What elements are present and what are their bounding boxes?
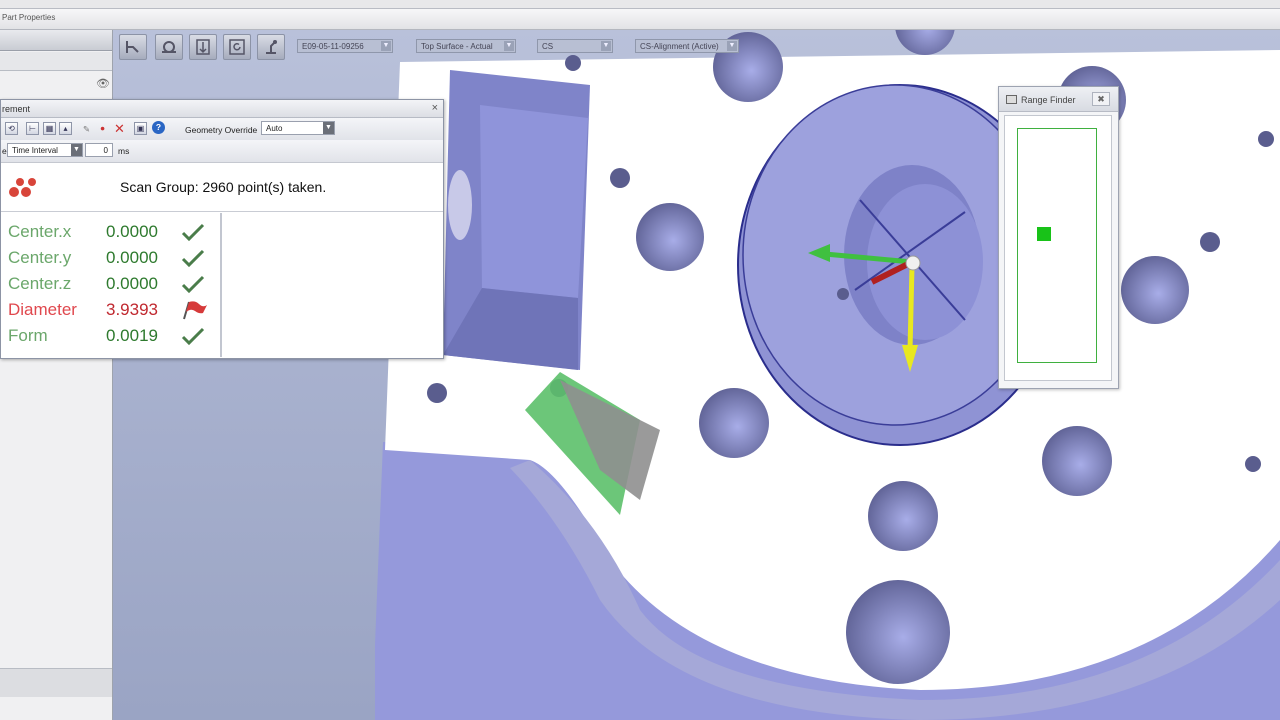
dropdown-arrow-icon: ▼ xyxy=(601,41,611,51)
result-name: Center.y xyxy=(8,248,72,267)
surface-combo[interactable]: Top Surface - Actual ▼ xyxy=(416,39,516,53)
delete-icon[interactable]: ✕ xyxy=(114,121,125,137)
measurement-window: rement × ⟲ ⊢ ▦ ▴ ✎ ● ✕ ▣ ? Geometry Over… xyxy=(0,99,444,359)
dropdown-arrow-icon: ▼ xyxy=(323,122,334,134)
result-value: 0.0000 xyxy=(106,222,158,241)
surface-combo-value: Top Surface - Actual xyxy=(421,42,493,51)
results-list: Center.x 0.0000 Center.y 0.0000 Center.z… xyxy=(1,213,222,357)
title-bar-text: Part Properties xyxy=(2,13,56,22)
result-row: Center.z 0.0000 xyxy=(1,271,220,297)
result-row: Diameter 3.9393 xyxy=(1,297,220,323)
range-gauge xyxy=(1017,128,1097,363)
alignment-combo-value: CS-Alignment (Active) xyxy=(640,42,719,51)
window-icon xyxy=(1006,95,1017,104)
alignment-combo[interactable]: CS-Alignment (Active) ▼ xyxy=(635,39,739,53)
result-name: Center.z xyxy=(8,274,72,293)
measurement-window-title: rement xyxy=(2,104,31,114)
job-combo[interactable]: E09-05-11-09256 ▼ xyxy=(297,39,393,53)
result-row: Center.y 0.0000 xyxy=(1,245,220,271)
flag-icon xyxy=(181,300,207,325)
result-name: Center.x xyxy=(8,222,72,241)
measurement-window-titlebar[interactable]: rement × xyxy=(1,100,443,118)
trigger-toolbar: e Time Interval ▼ 0 ms xyxy=(1,140,443,163)
surface-icon[interactable]: ▦ xyxy=(43,122,56,135)
interval-input[interactable]: 0 xyxy=(85,143,113,157)
result-value: 0.0019 xyxy=(106,326,158,345)
cs-combo-value: CS xyxy=(542,42,554,51)
geometry-override-label: Geometry Override xyxy=(185,125,258,135)
main-toolbar: E09-05-11-09256 ▼ Top Surface - Actual ▼… xyxy=(113,31,753,61)
trigger-mode-select[interactable]: Time Interval ▼ xyxy=(7,143,83,157)
range-finder-window: Range Finder ✖ xyxy=(998,86,1119,389)
range-finder-title: Range Finder xyxy=(1021,95,1076,105)
help-icon[interactable]: ? xyxy=(152,121,165,134)
geometry-override-value: Auto xyxy=(266,124,283,133)
plane-icon[interactable]: ▴ xyxy=(59,122,72,135)
geometry-override-select[interactable]: Auto ▼ xyxy=(261,121,335,135)
dropdown-arrow-icon: ▼ xyxy=(727,41,737,51)
job-combo-value: E09-05-11-09256 xyxy=(302,42,364,51)
dropdown-arrow-icon: ▼ xyxy=(71,144,82,156)
cs-combo[interactable]: CS ▼ xyxy=(537,39,613,53)
run-button[interactable] xyxy=(119,34,147,60)
refresh-button[interactable] xyxy=(223,34,251,60)
range-finder-display xyxy=(1004,115,1112,381)
window-icon[interactable]: ▣ xyxy=(134,122,147,135)
title-bar: Part Properties xyxy=(0,9,1280,30)
eye-icon[interactable]: 👁 xyxy=(96,77,110,90)
scan-message: Scan Group: 2960 point(s) taken. xyxy=(120,179,327,195)
robot-button[interactable] xyxy=(257,34,285,60)
dropdown-arrow-icon: ▼ xyxy=(504,41,514,51)
close-icon[interactable]: ✖ xyxy=(1092,92,1110,106)
result-value: 3.9393 xyxy=(106,300,158,319)
interval-value: 0 xyxy=(103,146,108,155)
top-strip xyxy=(0,0,1280,9)
result-name: Form xyxy=(8,326,48,345)
cycle-icon[interactable]: ⟲ xyxy=(5,122,18,135)
align-button[interactable] xyxy=(189,34,217,60)
feature-icon[interactable]: ⊢ xyxy=(26,122,39,135)
dropdown-arrow-icon: ▼ xyxy=(381,41,391,51)
trigger-mode-value: Time Interval xyxy=(12,146,58,155)
scan-status-row: Scan Group: 2960 point(s) taken. xyxy=(1,163,443,212)
interval-unit: ms xyxy=(118,146,130,156)
measurement-toolbar: ⟲ ⊢ ▦ ▴ ✎ ● ✕ ▣ ? Geometry Override Auto… xyxy=(1,118,443,140)
left-panel-footer xyxy=(0,668,112,697)
record-icon[interactable]: ● xyxy=(100,123,105,133)
result-value: 0.0000 xyxy=(106,274,158,293)
result-value: 0.0000 xyxy=(106,248,158,267)
checkmark-icon xyxy=(181,222,205,247)
checkmark-icon xyxy=(181,248,205,273)
left-panel-header xyxy=(0,30,112,51)
result-row: Form 0.0019 xyxy=(1,323,220,349)
result-row: Center.x 0.0000 xyxy=(1,219,220,245)
close-icon[interactable]: × xyxy=(432,102,438,114)
scan-group-icon xyxy=(9,178,36,197)
result-name: Diameter xyxy=(8,300,77,319)
left-panel-row[interactable] xyxy=(0,52,112,71)
checkmark-icon xyxy=(181,326,205,351)
range-finder-titlebar[interactable]: Range Finder ✖ xyxy=(999,87,1118,112)
probe-button[interactable] xyxy=(155,34,183,60)
pencil-icon[interactable]: ✎ xyxy=(83,124,90,135)
range-indicator xyxy=(1037,227,1051,241)
checkmark-icon xyxy=(181,274,205,299)
